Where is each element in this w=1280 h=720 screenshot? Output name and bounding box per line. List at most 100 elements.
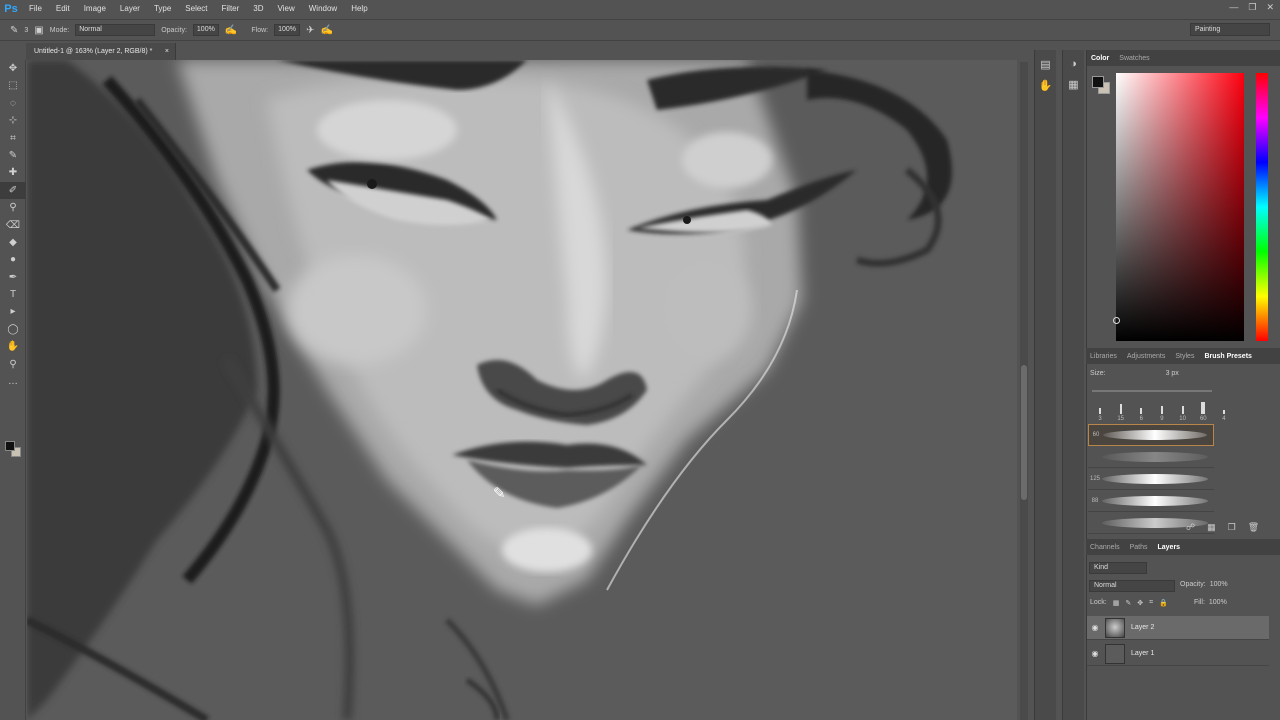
brush-tip[interactable]: 15 [1113,404,1129,422]
brush-tip[interactable]: 10 [1175,406,1191,422]
tab-paths[interactable]: Paths [1130,544,1148,551]
tab-swatches[interactable]: Swatches [1119,55,1149,62]
pen-tool-icon[interactable]: ✒ [0,269,26,286]
blend-mode-select[interactable]: Normal [1089,580,1175,592]
color-field[interactable] [1116,73,1244,341]
eyedropper-tool-icon[interactable]: ✎ [0,147,26,164]
size-label: Size: [1090,370,1106,377]
lock-pixels-icon[interactable]: ✎ [1125,599,1131,607]
visibility-eye-icon[interactable]: ◉ [1087,623,1103,632]
menu-layer[interactable]: Layer [113,0,147,18]
restore-icon[interactable]: ❐ [1248,2,1256,13]
color-panel-foreground-swatch[interactable] [1092,76,1104,88]
menu-3d[interactable]: 3D [246,0,270,18]
tab-brush-presets[interactable]: Brush Presets [1204,353,1251,360]
healing-tool-icon[interactable]: ✚ [0,164,26,181]
menu-select[interactable]: Select [178,0,214,18]
brush-tool-icon[interactable]: ✐ [0,181,26,200]
visibility-eye-icon[interactable]: ◉ [1087,649,1103,658]
brush-preset[interactable]: 60 [1088,424,1214,446]
lasso-tool-icon[interactable]: ◌ [0,95,26,112]
pressure-opacity-icon[interactable]: ✍ [225,25,237,36]
brush-tip[interactable]: 6 [1133,408,1149,422]
tab-channels[interactable]: Channels [1090,544,1120,551]
zoom-tool-icon[interactable]: ⚲ [0,356,26,373]
fill-value[interactable]: 100% [1209,599,1227,606]
color-panel-tabs: Color Swatches [1087,50,1280,66]
toggle-brush-panel-icon[interactable]: ☍ [1186,522,1195,533]
history-icon[interactable]: ▤ [1035,58,1056,71]
menu-file[interactable]: File [22,0,49,18]
lock-position-icon[interactable]: ✥ [1137,599,1143,607]
lock-transparency-icon[interactable]: ▦ [1113,599,1120,607]
mode-select[interactable]: Normal [75,24,156,36]
tab-adjustments[interactable]: Adjustments [1127,353,1166,360]
flow-field[interactable]: 100% [274,24,301,36]
foreground-color-swatch[interactable] [5,441,15,451]
ellipse-tool-icon[interactable]: ◯ [0,321,26,338]
layer-row-layer-1[interactable]: ◉ Layer 1 [1087,642,1269,666]
brush-size-value[interactable]: 3 [24,27,28,34]
lock-all-icon[interactable]: 🔒 [1159,599,1168,607]
brush-panel-toggle-icon[interactable]: ▣ [34,25,43,36]
vertical-scrollbar-thumb[interactable] [1021,365,1027,500]
tab-libraries[interactable]: Libraries [1090,353,1117,360]
brush-tips: 3 15 6 9 10 60 4 [1092,398,1232,422]
crop-tool-icon[interactable]: ⌗ [0,130,26,147]
menu-filter[interactable]: Filter [215,0,247,18]
dodge-tool-icon[interactable]: ● [0,251,26,268]
brush-preset[interactable]: 125 [1088,468,1214,490]
type-tool-icon[interactable]: T [0,286,26,303]
opacity-field[interactable]: 100% [192,24,219,36]
workspace-select[interactable]: Painting [1190,23,1270,36]
fill-label: Fill: [1194,599,1205,606]
new-brush-icon[interactable]: ❐ [1228,522,1236,533]
color-picker-marker[interactable] [1113,317,1120,324]
brush-tip[interactable]: 60 [1195,402,1211,422]
hue-slider[interactable] [1256,73,1268,341]
brush-preset[interactable] [1088,446,1214,468]
hand-tool-icon[interactable]: ✋ [0,338,26,355]
brush-tip[interactable]: 9 [1154,406,1170,422]
path-select-tool-icon[interactable]: ▸ [0,303,26,320]
quick-select-tool-icon[interactable]: ⊹ [0,112,26,129]
menu-view[interactable]: View [271,0,302,18]
size-slider[interactable] [1092,390,1212,392]
menu-type[interactable]: Type [147,0,178,18]
brush-panel-icon[interactable]: ▦ [1063,78,1084,91]
document-tab[interactable]: Untitled-1 @ 163% (Layer 2, RGB/8) * × [26,43,176,60]
opacity-label: Opacity: [161,26,187,34]
lock-artboard-icon[interactable]: ⌗ [1149,599,1153,607]
layer-opacity-value[interactable]: 100% [1210,581,1228,588]
color-panel-icon[interactable]: ◑ [1063,58,1084,70]
brush-preset[interactable]: 88 [1088,490,1214,512]
pressure-size-icon[interactable]: ✍ [320,25,332,36]
close-icon[interactable]: ✕ [1266,2,1274,13]
brush-tip[interactable]: 4 [1216,410,1232,422]
actions-icon[interactable]: ✋ [1035,79,1056,92]
menu-window[interactable]: Window [302,0,344,18]
tab-layers[interactable]: Layers [1157,544,1180,551]
tab-color[interactable]: Color [1091,55,1109,62]
menu-image[interactable]: Image [77,0,113,18]
delete-brush-icon[interactable]: 🗑 [1248,522,1259,533]
canvas[interactable]: ✎ [27,60,1017,720]
airbrush-icon[interactable]: ✈ [306,25,314,36]
close-tab-icon[interactable]: × [165,43,169,60]
size-value[interactable]: 3 px [1166,370,1179,377]
menu-help[interactable]: Help [344,0,374,18]
stamp-tool-icon[interactable]: ⚲ [0,199,26,216]
create-preset-icon[interactable]: ▦ [1207,522,1216,533]
move-tool-icon[interactable]: ✥ [0,60,26,77]
paint-bucket-tool-icon[interactable]: ◆ [0,234,26,251]
marquee-tool-icon[interactable]: ⬚ [0,77,26,94]
more-tools-icon[interactable]: … [0,373,26,390]
menu-edit[interactable]: Edit [49,0,77,18]
tab-styles[interactable]: Styles [1175,353,1194,360]
brush-tip[interactable]: 3 [1092,408,1108,422]
minimize-icon[interactable]: — [1229,2,1238,13]
eraser-tool-icon[interactable]: ⌫ [0,217,26,234]
layer-filter-select[interactable]: Kind [1089,562,1147,574]
layer-row-layer-2[interactable]: ◉ Layer 2 [1087,616,1269,640]
brush-tool-icon[interactable]: ✎ [10,25,18,36]
